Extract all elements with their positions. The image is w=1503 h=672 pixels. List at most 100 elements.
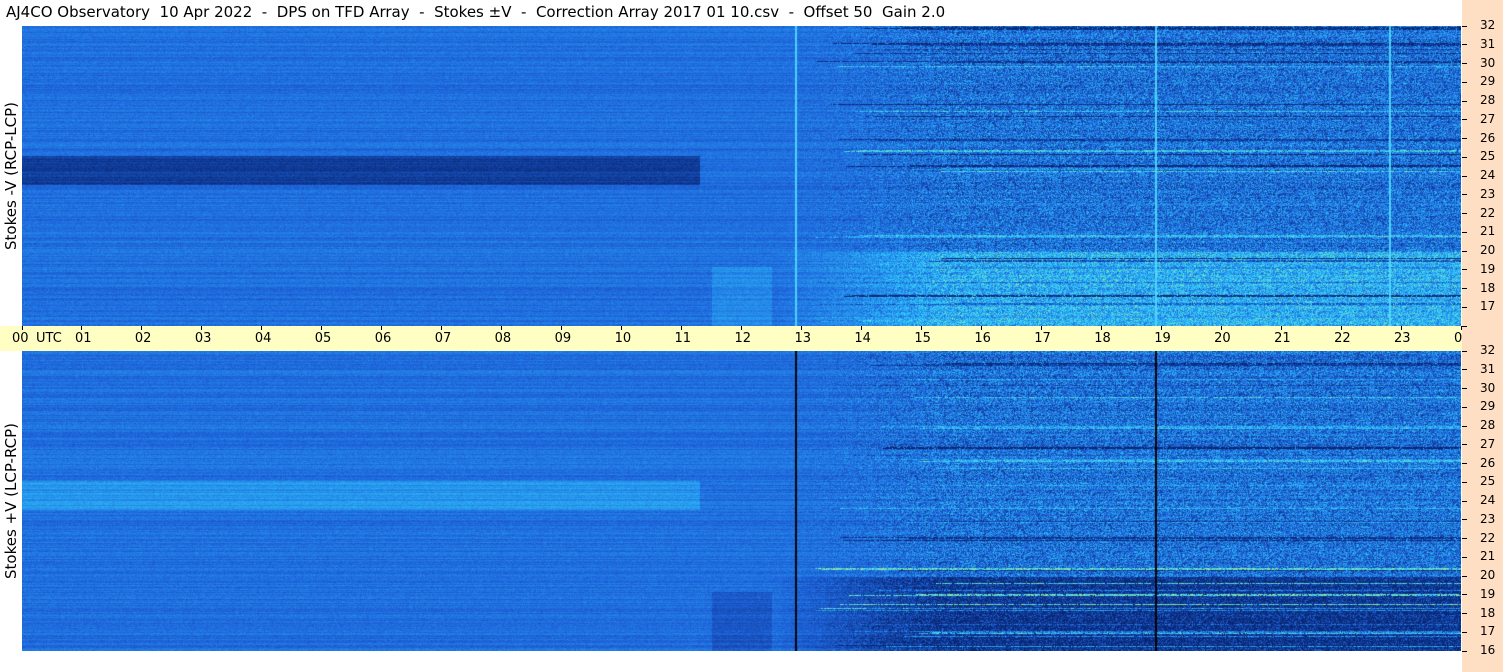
stokes-minus-v-spectrogram	[22, 26, 1461, 326]
bottom-panel-ylabel: Stokes +V (LCP-RCP)	[2, 423, 20, 579]
y-tick-mark	[1462, 175, 1467, 177]
y-tick-label: 32	[1480, 343, 1496, 357]
stokes-plus-v-spectrogram	[22, 351, 1461, 651]
y-tick-label: 18	[1480, 280, 1496, 295]
x-tick-mark	[860, 326, 862, 330]
x-tick-label: 15	[914, 331, 931, 346]
y-tick-mark	[1462, 250, 1467, 252]
y-tick-label: 20	[1480, 243, 1496, 257]
utc-time-axis: 00 UTC 01 02 03 04 05 06 07 08 09 10 11 12 13 14 15 16 17 1…	[0, 326, 1494, 351]
y-tick-label: 24	[1480, 493, 1496, 507]
y-tick-mark	[1462, 100, 1467, 102]
x-tick-label: 02	[134, 331, 152, 346]
x-tick-mark	[1160, 326, 1162, 330]
y-tick-label: 21	[1480, 224, 1496, 239]
y-tick-mark	[1462, 481, 1467, 483]
x-tick-label: 10	[614, 331, 632, 346]
y-tick-mark	[1462, 444, 1467, 446]
y-tick-label: 30	[1480, 380, 1496, 395]
y-tick-label: 17	[1480, 299, 1496, 314]
x-tick-label: 01	[74, 331, 92, 346]
x-tick-mark	[920, 326, 922, 330]
x-tick-label: 08	[494, 331, 512, 346]
y-tick-mark	[1462, 425, 1467, 427]
y-tick-label: 22	[1480, 530, 1496, 545]
y-tick-mark	[1462, 119, 1467, 121]
x-tick-label: 21	[1274, 331, 1291, 346]
stokes-plus-v-heatmap	[22, 351, 1461, 651]
x-tick-mark	[501, 326, 503, 330]
y-tick-label: 22	[1480, 205, 1496, 220]
y-tick-label: 31	[1480, 36, 1496, 51]
y-tick-label: 25	[1480, 474, 1496, 489]
y-tick-mark	[1462, 594, 1467, 596]
x-tick-label: 04	[254, 331, 272, 346]
x-tick-mark	[141, 326, 143, 330]
x-tick-label: 11	[674, 331, 692, 346]
y-tick-label: 27	[1480, 111, 1496, 126]
x-tick-mark	[681, 326, 683, 330]
y-tick-mark	[1462, 306, 1467, 308]
x-tick-label: 13	[794, 331, 811, 346]
x-tick-mark	[201, 326, 203, 330]
spectrogram-window: AJ4CO Observatory 10 Apr 2022 - DPS on T…	[0, 0, 1503, 672]
y-tick-label: 16	[1480, 643, 1496, 657]
y-tick-label: 18	[1480, 605, 1496, 620]
y-tick-mark	[1462, 388, 1467, 389]
y-tick-mark	[1462, 575, 1467, 577]
y-tick-mark	[1462, 156, 1467, 158]
y-tick-mark	[1462, 194, 1467, 196]
y-tick-mark	[1462, 369, 1467, 371]
y-tick-label: 31	[1480, 361, 1496, 376]
x-tick-mark	[1280, 326, 1282, 330]
y-tick-mark	[1462, 325, 1467, 327]
y-tick-label: 23	[1480, 511, 1496, 526]
y-tick-label: 23	[1480, 186, 1496, 201]
x-tick-label: 17	[1034, 331, 1051, 346]
y-tick-mark	[1462, 519, 1467, 521]
y-tick-mark	[1462, 500, 1467, 502]
x-tick-mark	[621, 326, 623, 330]
x-tick-mark	[1220, 326, 1222, 330]
y-tick-label: 25	[1480, 149, 1496, 164]
x-tick-mark	[81, 326, 83, 330]
x-tick-mark	[441, 326, 443, 330]
x-tick-label: 16	[974, 331, 991, 346]
x-tick-label: 23	[1394, 331, 1411, 346]
y-tick-label: 26	[1480, 130, 1496, 145]
y-tick-mark	[1462, 213, 1467, 214]
x-tick-label: 05	[314, 331, 332, 346]
frequency-axis: 17 18 19 20 21 22 23 24 25 26 27 28 29 30 31 32 16 17 18 19…	[1462, 0, 1503, 672]
x-tick-label: 06	[374, 331, 392, 346]
x-tick-label: 22	[1334, 331, 1351, 346]
x-tick-mark	[741, 326, 742, 330]
y-tick-mark	[1462, 556, 1467, 558]
x-tick-mark	[1100, 326, 1102, 330]
y-tick-label: 17	[1480, 624, 1496, 639]
x-tick-label: 07	[434, 331, 452, 346]
x-tick-mark	[261, 326, 263, 330]
y-tick-mark	[1462, 538, 1467, 539]
y-tick-label: 32	[1480, 18, 1496, 32]
x-tick-mark	[561, 326, 563, 330]
y-tick-label: 26	[1480, 455, 1496, 470]
y-tick-mark	[1462, 138, 1467, 139]
x-tick-mark	[321, 326, 323, 330]
y-tick-mark	[1462, 288, 1467, 289]
x-tick-mark	[980, 326, 982, 330]
x-tick-label: 20	[1214, 331, 1231, 346]
x-tick-label: 09	[554, 331, 572, 346]
y-tick-mark	[1462, 25, 1467, 27]
x-tick-mark	[1340, 326, 1342, 330]
y-tick-mark	[1462, 44, 1467, 46]
y-tick-label: 28	[1480, 418, 1496, 432]
y-tick-label: 29	[1480, 74, 1496, 89]
x-tick-label: 00	[12, 331, 29, 346]
x-tick-mark	[381, 326, 383, 330]
x-tick-label: 14	[854, 331, 871, 346]
y-tick-mark	[1462, 463, 1467, 464]
y-tick-label: 21	[1480, 549, 1496, 564]
y-tick-mark	[1462, 63, 1467, 64]
y-tick-label: 27	[1480, 436, 1496, 451]
y-tick-label: 30	[1480, 55, 1496, 70]
